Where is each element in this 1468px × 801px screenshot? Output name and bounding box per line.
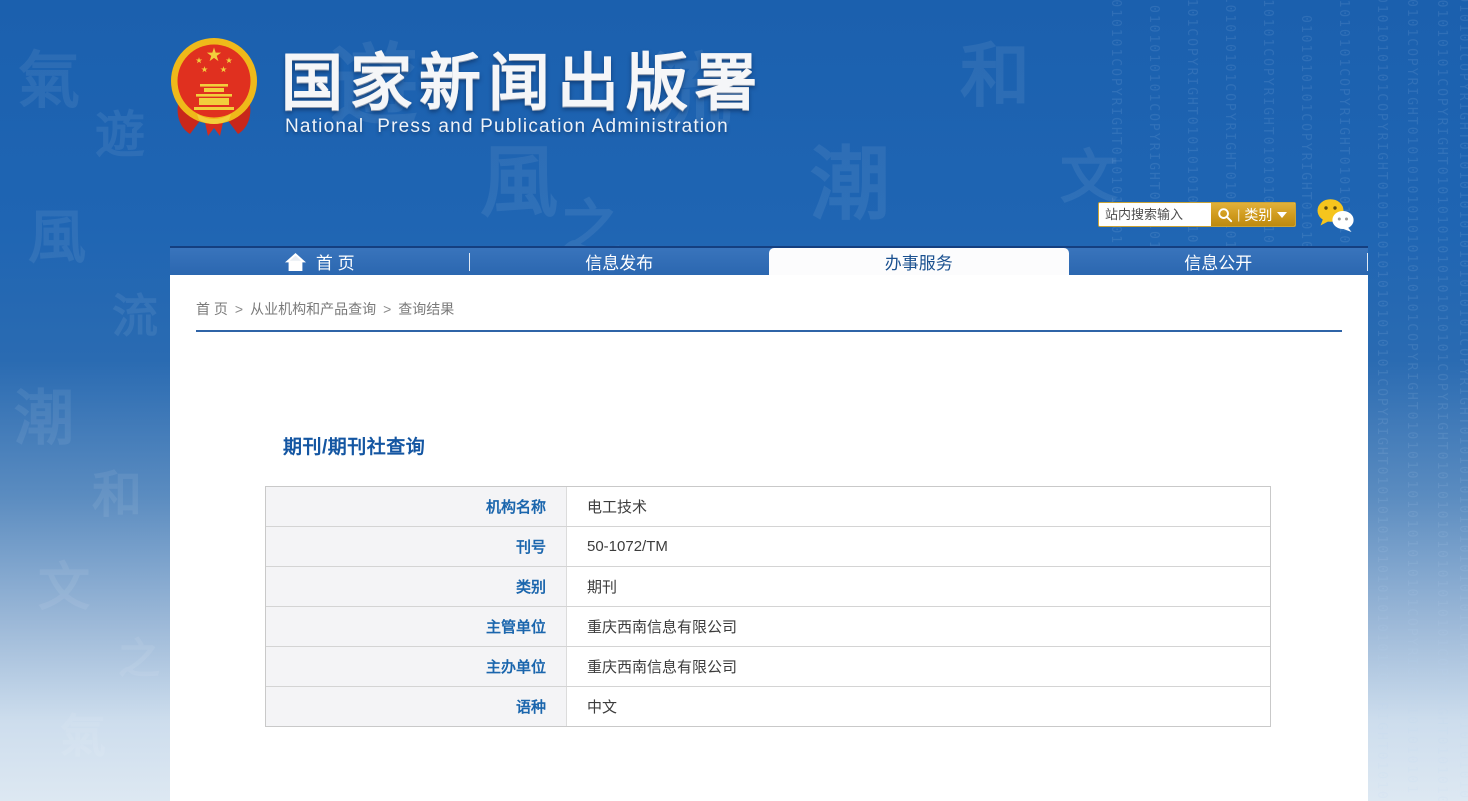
nav-item-label: 信息发布 <box>585 249 653 274</box>
page: 氣遊風流潮和文之氣遊風流潮和文之 0101010101COPYRIGHT0101… <box>0 0 1468 801</box>
site-title: 国家新闻出版署 <box>281 32 764 122</box>
site-header: 国家新闻出版署 National Press and Publication A… <box>0 0 1468 246</box>
national-emblem-logo <box>170 36 258 140</box>
nav-item-info-release[interactable]: 信息发布 <box>470 248 770 275</box>
table-row: 刊号50-1072/TM <box>266 527 1270 567</box>
row-label: 主办单位 <box>266 647 567 686</box>
breadcrumb-separator: > <box>383 301 391 317</box>
row-label: 语种 <box>266 687 567 726</box>
table-row: 语种中文 <box>266 687 1270 726</box>
row-value: 电工技术 <box>567 487 1270 526</box>
nav-divider <box>1367 253 1368 271</box>
row-label: 类别 <box>266 567 567 606</box>
category-label: 类别 <box>1244 205 1272 225</box>
wechat-icon[interactable] <box>1316 198 1356 233</box>
row-value: 重庆西南信息有限公司 <box>567 607 1270 646</box>
search-category-dropdown[interactable]: 类别 <box>1244 205 1287 225</box>
breadcrumb-divider-line <box>196 330 1342 332</box>
table-row: 主管单位重庆西南信息有限公司 <box>266 607 1270 647</box>
table-row: 主办单位重庆西南信息有限公司 <box>266 647 1270 687</box>
nav-item-services[interactable]: 办事服务 <box>769 248 1069 275</box>
chevron-down-icon <box>1277 212 1287 218</box>
row-value: 中文 <box>567 687 1270 726</box>
search-divider: | <box>1237 207 1240 222</box>
breadcrumb: 首 页 > 从业机构和产品查询 > 查询结果 <box>196 299 1342 319</box>
row-value: 50-1072/TM <box>567 527 1270 566</box>
content-panel: 首 页 > 从业机构和产品查询 > 查询结果 期刊/期刊社查询 机构名称电工技术… <box>170 275 1368 801</box>
row-value: 期刊 <box>567 567 1270 606</box>
breadcrumb-home[interactable]: 首 页 <box>196 299 228 319</box>
table-row: 机构名称电工技术 <box>266 487 1270 527</box>
page-title: 期刊/期刊社查询 <box>283 432 1368 459</box>
site-search-bar: | 类别 <box>1098 202 1296 227</box>
nav-item-info-disclosure[interactable]: 信息公开 <box>1069 248 1369 275</box>
site-subtitle: National Press and Publication Administr… <box>285 116 729 138</box>
main-nav: 首 页 信息发布 办事服务 信息公开 <box>170 246 1368 275</box>
row-label: 刊号 <box>266 527 567 566</box>
nav-item-label: 办事服务 <box>885 249 953 274</box>
result-table: 机构名称电工技术刊号50-1072/TM类别期刊主管单位重庆西南信息有限公司主办… <box>265 486 1271 727</box>
row-value: 重庆西南信息有限公司 <box>567 647 1270 686</box>
nav-item-label: 信息公开 <box>1184 249 1252 274</box>
table-row: 类别期刊 <box>266 567 1270 607</box>
breadcrumb-current: 查询结果 <box>398 299 454 319</box>
home-icon <box>285 253 306 271</box>
breadcrumb-separator: > <box>235 301 243 317</box>
search-controls: | 类别 <box>1211 203 1295 226</box>
search-button[interactable] <box>1217 207 1233 223</box>
nav-item-home[interactable]: 首 页 <box>170 248 470 275</box>
search-icon <box>1217 207 1233 223</box>
row-label: 机构名称 <box>266 487 567 526</box>
row-label: 主管单位 <box>266 607 567 646</box>
search-input[interactable] <box>1099 203 1211 226</box>
breadcrumb-query-section[interactable]: 从业机构和产品查询 <box>250 299 376 319</box>
nav-item-label: 首 页 <box>316 249 355 274</box>
